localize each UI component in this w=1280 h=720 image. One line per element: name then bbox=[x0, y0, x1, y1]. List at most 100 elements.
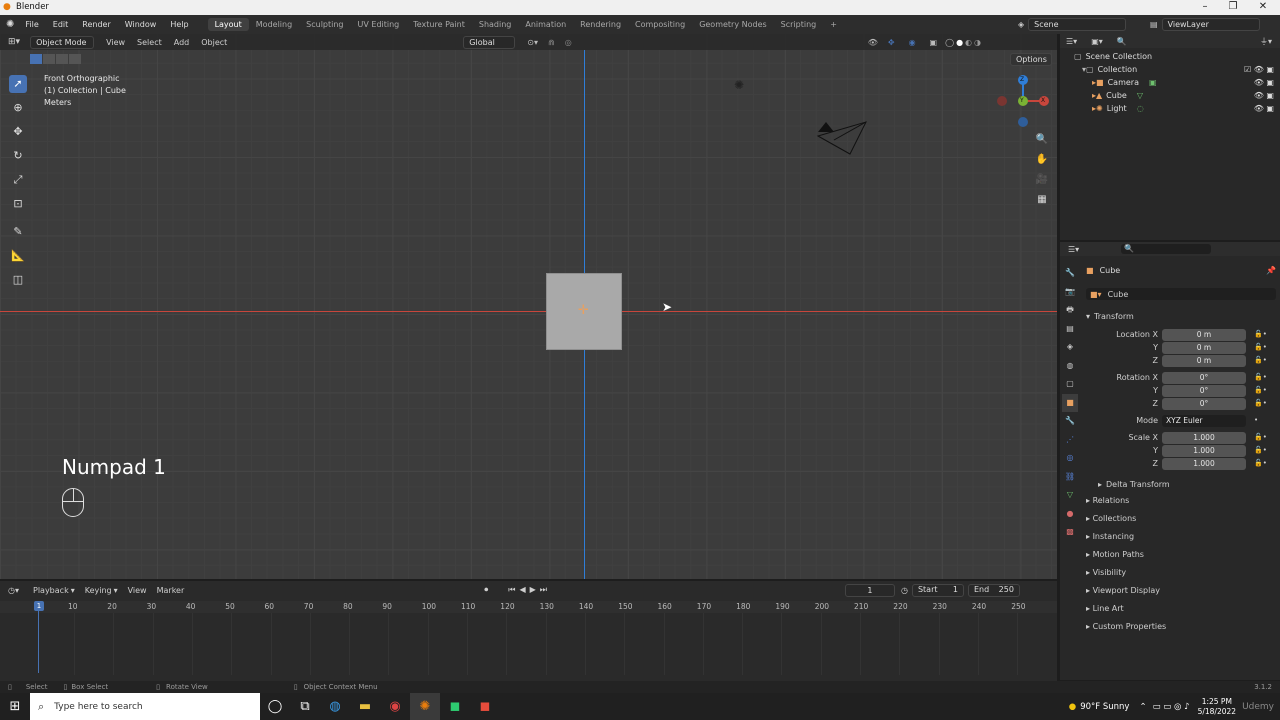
tool-tab-icon[interactable]: 🔧 bbox=[1062, 264, 1078, 283]
zoom-icon[interactable]: 🔍 bbox=[1034, 130, 1050, 150]
3d-viewport[interactable]: ⊞▾ Object Mode View Select Add Object Gl… bbox=[0, 34, 1057, 579]
timeline-editor-icon[interactable]: ◷▾ bbox=[8, 586, 19, 595]
playback-controls[interactable]: ⏮◀▶⏭ bbox=[508, 585, 551, 595]
select-intersect-icon[interactable] bbox=[69, 54, 81, 64]
tab-scripting[interactable]: Scripting bbox=[774, 20, 824, 29]
camtasia-red-icon[interactable]: ◼ bbox=[470, 693, 500, 720]
wireframe-shading-icon[interactable]: ◯ bbox=[945, 38, 954, 47]
delta-transform-header[interactable]: ▸ Delta Transform bbox=[1086, 478, 1276, 490]
tab-layout[interactable]: Layout bbox=[207, 18, 249, 31]
measure-tool-icon[interactable]: 📐 bbox=[9, 247, 27, 265]
outliner-item-cube[interactable]: ▸▲ Cube ▽ 👁 ▣ bbox=[1074, 89, 1280, 102]
add-workspace-button[interactable]: + bbox=[823, 20, 844, 29]
panel-visibility[interactable]: ▸ Visibility bbox=[1086, 564, 1276, 582]
start-frame-field[interactable]: Start 1 bbox=[911, 583, 964, 597]
minimize-button[interactable]: – bbox=[1190, 1, 1220, 12]
annotate-tool-icon[interactable]: ✎ bbox=[9, 223, 27, 241]
filter-icon[interactable]: ⏚▾ bbox=[1260, 36, 1272, 47]
scale-z-field[interactable]: 1.000 bbox=[1162, 457, 1246, 470]
grid-ortho-icon[interactable]: ▦ bbox=[1034, 190, 1050, 210]
file-explorer-icon[interactable]: ▬ bbox=[350, 693, 380, 720]
world-tab-icon[interactable]: ◍ bbox=[1062, 357, 1078, 376]
options-dropdown[interactable]: Options bbox=[1010, 53, 1052, 66]
blender-taskbar-icon[interactable]: ✺ bbox=[410, 693, 440, 720]
menu-render[interactable]: Render bbox=[75, 20, 117, 29]
transform-tool-icon[interactable]: ⊡ bbox=[9, 195, 27, 213]
panel-collections[interactable]: ▸ Collections bbox=[1086, 510, 1276, 528]
menu-edit[interactable]: Edit bbox=[46, 20, 76, 29]
lock-icon[interactable]: 🔓• bbox=[1254, 328, 1267, 341]
tab-modeling[interactable]: Modeling bbox=[249, 20, 299, 29]
view-layer-field[interactable]: ViewLayer bbox=[1161, 18, 1260, 31]
properties-editor-icon[interactable]: ☰▾ bbox=[1068, 245, 1079, 254]
pivot-icon[interactable]: ⊙▾ bbox=[527, 38, 538, 47]
frame-ruler[interactable]: 10 20 30 40 50 60 70 80 90 100 110 120 130 140 150 160 1… bbox=[0, 601, 1057, 675]
location-x-field[interactable]: 0 m bbox=[1162, 328, 1246, 341]
particles-tab-icon[interactable]: ⋰ bbox=[1062, 431, 1078, 450]
auto-key-icon[interactable]: ⏺ bbox=[484, 585, 488, 595]
proportional-edit-icon[interactable]: ◎ bbox=[565, 38, 572, 47]
collection-visibility-icons[interactable]: ☑ 👁 ▣ bbox=[1244, 63, 1274, 76]
scale-tool-icon[interactable]: ⤢ bbox=[9, 171, 27, 189]
tab-sculpting[interactable]: Sculpting bbox=[299, 20, 350, 29]
display-mode-icon[interactable]: ▣▾ bbox=[1091, 37, 1103, 46]
chrome-icon[interactable]: ◉ bbox=[380, 693, 410, 720]
scale-x-field[interactable]: 1.000 bbox=[1162, 431, 1246, 444]
collection-row[interactable]: ▾▢ Collection ☑ 👁 ▣ bbox=[1074, 63, 1280, 76]
maximize-button[interactable]: ❐ bbox=[1218, 1, 1248, 12]
rotation-z-field[interactable]: 0° bbox=[1162, 397, 1246, 410]
outliner-item-camera[interactable]: ▸■ Camera ▣ 👁 ▣ bbox=[1074, 76, 1280, 89]
timeline-menu-keying[interactable]: Keying bbox=[85, 586, 112, 595]
object-tab-icon[interactable]: ■ bbox=[1062, 393, 1078, 412]
output-tab-icon[interactable]: 🖶 bbox=[1062, 301, 1078, 320]
scene-tab-icon[interactable]: ◈ bbox=[1062, 338, 1078, 357]
lock-icon[interactable]: 🔓• bbox=[1254, 431, 1267, 444]
location-y-field[interactable]: 0 m bbox=[1162, 341, 1246, 354]
outliner-item-light[interactable]: ▸✺ Light ◌ 👁 ▣ bbox=[1074, 102, 1280, 115]
panel-viewport-display[interactable]: ▸ Viewport Display bbox=[1086, 582, 1276, 600]
render-tab-icon[interactable]: 📷 bbox=[1062, 283, 1078, 302]
overlay-toggle-icon[interactable]: ◉ bbox=[909, 38, 916, 47]
panel-custom-properties[interactable]: ▸ Custom Properties bbox=[1086, 618, 1276, 636]
rendered-shading-icon[interactable]: ◑ bbox=[974, 38, 981, 47]
tab-geometry-nodes[interactable]: Geometry Nodes bbox=[692, 20, 773, 29]
viewport-menu-view[interactable]: View bbox=[106, 38, 125, 47]
object-data-field[interactable]: ■▾ Cube bbox=[1086, 288, 1276, 300]
tab-animation[interactable]: Animation bbox=[518, 20, 573, 29]
lock-icon[interactable]: 🔓• bbox=[1254, 457, 1267, 470]
panel-motion-paths[interactable]: ▸ Motion Paths bbox=[1086, 546, 1276, 564]
tab-compositing[interactable]: Compositing bbox=[628, 20, 692, 29]
snap-icon[interactable]: ⋒ bbox=[548, 38, 555, 47]
constraints-tab-icon[interactable]: ⛓ bbox=[1062, 468, 1078, 487]
viewport-menu-add[interactable]: Add bbox=[174, 38, 190, 47]
outliner-editor-icon[interactable]: ☰▾ bbox=[1066, 37, 1077, 46]
add-cube-tool-icon[interactable]: ◫ bbox=[9, 271, 27, 289]
lock-icon[interactable]: 🔓• bbox=[1254, 341, 1267, 354]
scale-y-field[interactable]: 1.000 bbox=[1162, 444, 1246, 457]
cortana-icon[interactable]: ◯ bbox=[260, 693, 290, 720]
viewport-menu-object[interactable]: Object bbox=[201, 38, 227, 47]
select-subtract-icon[interactable] bbox=[56, 54, 68, 64]
end-frame-field[interactable]: End 250 bbox=[967, 583, 1020, 597]
lock-icon[interactable]: 🔓• bbox=[1254, 397, 1267, 410]
location-z-field[interactable]: 0 m bbox=[1162, 354, 1246, 367]
editor-type-icon[interactable]: ⊞▾ bbox=[8, 37, 20, 47]
menu-file[interactable]: File bbox=[18, 20, 45, 29]
lock-icon[interactable]: 🔓• bbox=[1254, 354, 1267, 367]
orientation-dropdown[interactable]: Global bbox=[463, 35, 516, 49]
current-frame-field[interactable]: 1 bbox=[844, 583, 895, 597]
panel-instancing[interactable]: ▸ Instancing bbox=[1086, 528, 1276, 546]
rotation-mode-dropdown[interactable]: XYZ Euler bbox=[1162, 414, 1246, 427]
collection-tab-icon[interactable]: ▢ bbox=[1062, 375, 1078, 394]
lock-icon[interactable]: 🔓• bbox=[1254, 384, 1267, 397]
camera-object[interactable] bbox=[814, 118, 870, 158]
tray-apps-icons[interactable]: ▭ ▭ ◎ ♪ bbox=[1153, 702, 1190, 712]
outliner-search-icon[interactable]: 🔍 bbox=[1117, 37, 1127, 46]
material-shading-icon[interactable]: ◐ bbox=[965, 38, 972, 47]
camera-view-icon[interactable]: 🎥 bbox=[1034, 170, 1050, 190]
scene-field[interactable]: Scene bbox=[1028, 18, 1127, 31]
select-new-icon[interactable] bbox=[30, 54, 42, 64]
close-button[interactable]: ✕ bbox=[1248, 1, 1278, 12]
select-box-tool-icon[interactable]: ➚ bbox=[9, 75, 27, 93]
visibility-icon[interactable]: 👁 bbox=[868, 38, 878, 47]
